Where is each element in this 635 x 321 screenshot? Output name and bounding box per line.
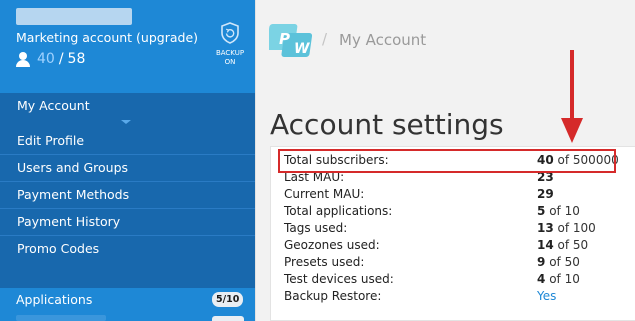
- user-icon: [16, 51, 30, 67]
- sidebar-item-my-account[interactable]: My Account: [0, 93, 255, 120]
- sidebar-item-applications[interactable]: Applications 5/10: [0, 288, 255, 321]
- divider: [255, 0, 256, 321]
- setting-count: 5: [537, 204, 546, 218]
- account-email-redacted: [16, 8, 132, 25]
- sidebar-item-users-and-groups[interactable]: Users and Groups: [0, 155, 255, 182]
- account-header: Marketing account (upgrade) 40 / 58 BACK…: [0, 0, 255, 93]
- setting-value: 14 of 50: [537, 238, 588, 252]
- highlight-box: [278, 149, 616, 173]
- setting-count: 13: [537, 221, 554, 235]
- chevron-down-icon: [121, 120, 131, 124]
- breadcrumb-current: My Account: [339, 31, 427, 49]
- sidebar-next-badge-partial: [212, 316, 244, 321]
- settings-row-geozones-used: Geozones used: 14 of 50: [284, 238, 635, 255]
- backup-status[interactable]: BACKUP ON: [213, 22, 247, 66]
- setting-count: 29: [537, 187, 554, 201]
- users-used: 40: [37, 51, 55, 67]
- setting-count: 14: [537, 238, 554, 252]
- setting-limit: of 10: [549, 204, 580, 218]
- sidebar-item-edit-profile[interactable]: Edit Profile: [0, 128, 255, 155]
- setting-label: Tags used:: [284, 221, 348, 235]
- setting-limit: of 10: [549, 272, 580, 286]
- red-down-arrow: [561, 50, 583, 143]
- users-total: 58: [67, 51, 86, 67]
- setting-label: Test devices used:: [284, 272, 394, 286]
- settings-row-presets-used: Presets used: 9 of 50: [284, 255, 635, 272]
- setting-limit: of 50: [557, 238, 589, 252]
- sidebar-item-payment-history[interactable]: Payment History: [0, 209, 255, 236]
- setting-label: Presets used:: [284, 255, 365, 269]
- sidebar: Marketing account (upgrade) 40 / 58 BACK…: [0, 0, 255, 321]
- sidebar-item-payment-methods[interactable]: Payment Methods: [0, 182, 255, 209]
- setting-count: 4: [537, 272, 546, 286]
- svg-text:P: P: [279, 30, 290, 48]
- setting-label: Current MAU:: [284, 187, 365, 201]
- settings-row-total-applications: Total applications: 5 of 10: [284, 204, 635, 221]
- setting-value: 29: [537, 187, 554, 201]
- settings-row-tags-used: Tags used: 13 of 100: [284, 221, 635, 238]
- sidebar-item-next-partial[interactable]: [16, 315, 106, 321]
- setting-value: 5 of 10: [537, 204, 580, 218]
- setting-limit: of 100: [557, 221, 596, 235]
- applications-label: Applications: [16, 292, 93, 307]
- setting-limit: of 50: [549, 255, 580, 269]
- setting-value: 9 of 50: [537, 255, 580, 269]
- account-users-count: 40 / 58: [16, 51, 85, 67]
- applications-count-badge: 5/10: [212, 292, 244, 307]
- setting-label: Backup Restore:: [284, 289, 382, 303]
- settings-row-current-mau: Current MAU: 29: [284, 187, 635, 204]
- setting-value: 13 of 100: [537, 221, 596, 235]
- setting-label: Geozones used:: [284, 238, 380, 252]
- breadcrumb-separator: /: [322, 30, 328, 48]
- backup-restore-link[interactable]: Yes: [537, 289, 556, 303]
- settings-row-backup-restore: Backup Restore: Yes: [284, 289, 635, 306]
- setting-label: Total applications:: [284, 204, 393, 218]
- sidebar-item-promo-codes[interactable]: Promo Codes: [0, 236, 255, 263]
- svg-text:W: W: [294, 41, 310, 57]
- account-name[interactable]: Marketing account (upgrade): [16, 30, 198, 45]
- pushwoosh-logo[interactable]: P W: [269, 22, 315, 58]
- backup-state: ON: [224, 58, 236, 66]
- backup-label: BACKUP: [215, 49, 245, 57]
- shield-backup-icon: [221, 22, 239, 44]
- page-title: Account settings: [270, 108, 504, 141]
- users-separator: /: [58, 51, 64, 67]
- settings-row-test-devices-used: Test devices used: 4 of 10: [284, 272, 635, 289]
- setting-count: 9: [537, 255, 546, 269]
- setting-value: 4 of 10: [537, 272, 580, 286]
